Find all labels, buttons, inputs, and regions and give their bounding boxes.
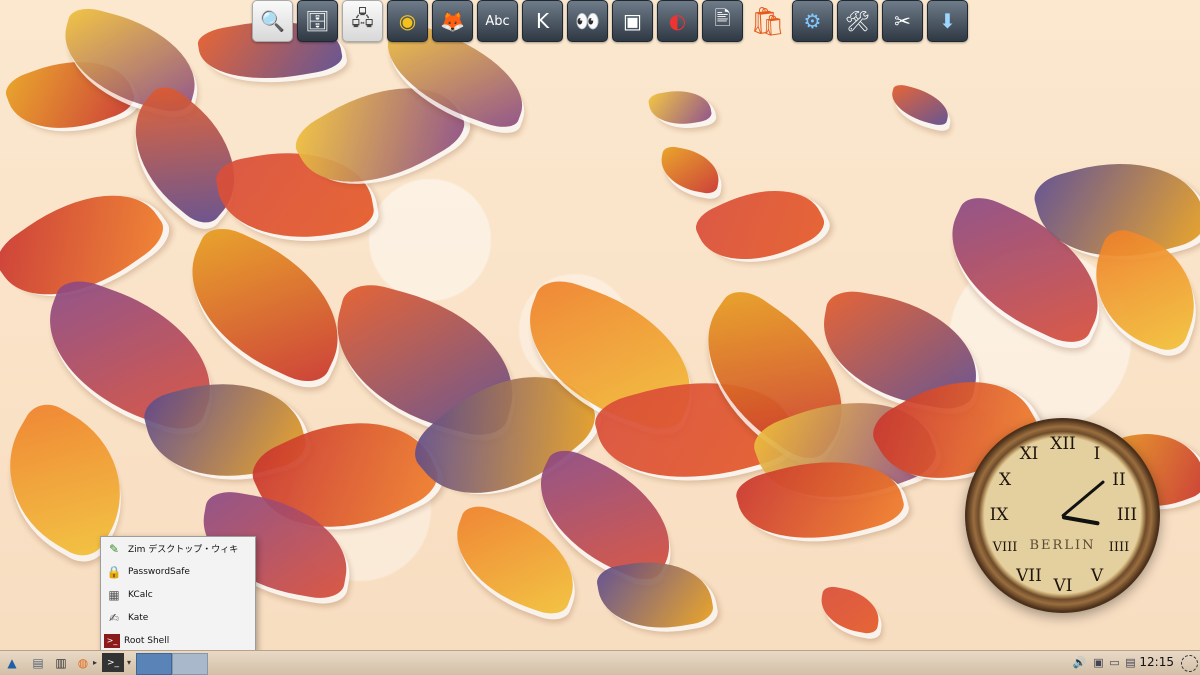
launcher-arrow-icon[interactable]: ▸ <box>90 653 100 672</box>
passwordsafe-icon: 🔒 <box>106 564 122 579</box>
clock-minute-hand <box>1061 479 1106 518</box>
terminal-icon: >_ <box>104 633 120 648</box>
wallpaper-leaf <box>647 85 713 130</box>
kde-icon[interactable]: K <box>522 0 563 42</box>
clock-numeral: XI <box>1019 444 1039 464</box>
menu-item-label: KCalc <box>128 589 153 600</box>
wallpaper-leaf <box>656 145 724 195</box>
menu-item-zim[interactable]: ✎ Zim デスクトップ・ウィキ <box>101 537 255 560</box>
kate-icon: ✍ <box>108 610 120 625</box>
menu-item-kate[interactable]: ✍ Kate <box>101 606 255 629</box>
launcher-popup-menu: ✎ Zim デスクトップ・ウィキ 🔒 PasswordSafe ▦ KCalc … <box>100 536 256 653</box>
menu-item-label: Zim デスクトップ・ウィキ <box>128 545 239 555</box>
search-icon[interactable]: 🔍 <box>252 0 293 42</box>
clock-numeral: IX <box>989 505 1009 525</box>
clock-numeral: II <box>1112 470 1126 490</box>
chrome-icon[interactable]: ◉ <box>387 0 428 42</box>
clock-numeral: VII <box>1016 566 1042 586</box>
terminal-launcher-icon[interactable]: >_ <box>102 653 124 672</box>
taskbar-clock[interactable]: 12:15 <box>1139 655 1174 669</box>
network-settings-icon[interactable]: 🖧 <box>342 0 383 42</box>
calculator-icon: ▦ <box>108 587 120 602</box>
store-bag-icon[interactable]: 🛍 <box>747 0 788 42</box>
display-icon[interactable]: ▭ <box>1108 656 1121 669</box>
taskbar: ▲ ▤ ▥ ◍ ▸ >_ ▾ 🔊 ▣ ▭ ▤ 12:15 <box>0 650 1200 675</box>
menu-item-kcalc[interactable]: ▦ KCalc <box>101 583 255 606</box>
clock-numeral: V <box>1090 566 1104 586</box>
clock-numeral: VI <box>1053 576 1073 596</box>
download-icon[interactable]: ⬇ <box>927 0 968 42</box>
taskbar-window-2[interactable] <box>172 653 208 675</box>
menu-item-root-shell[interactable]: >_ Root Shell <box>101 629 255 652</box>
file-cabinet-launcher-icon[interactable]: ▥ <box>51 653 71 672</box>
application-launcher-icon[interactable]: ▲ <box>2 653 22 672</box>
menu-item-label: Root Shell <box>124 635 170 646</box>
menu-item-label: PasswordSafe <box>128 566 190 577</box>
wallpaper-leaf <box>887 82 953 128</box>
document-viewer-icon[interactable]: 🖹 <box>702 0 743 42</box>
file-manager-launcher-icon[interactable]: ▤ <box>28 653 48 672</box>
settings-tools-icon[interactable]: ✂ <box>882 0 923 42</box>
diagram-icon[interactable]: ⚙ <box>792 0 833 42</box>
eyes-icon[interactable]: 👀 <box>567 0 608 42</box>
media-icon[interactable]: ◐ <box>657 0 698 42</box>
wallpaper-leaf <box>816 585 884 635</box>
firefox-icon[interactable]: 🦊 <box>432 0 473 42</box>
menu-item-passwordsafe[interactable]: 🔒 PasswordSafe <box>101 560 255 583</box>
clipboard-icon[interactable]: ▤ <box>1124 656 1137 669</box>
analog-clock-widget[interactable]: XII I II III IIII V VI VII VIII IX X XI … <box>965 418 1160 613</box>
taskbar-window-1[interactable] <box>136 653 172 675</box>
text-editor-icon[interactable]: Abc <box>477 0 518 42</box>
menu-item-label: Kate <box>128 612 149 623</box>
clock-numeral: I <box>1093 444 1101 464</box>
volume-icon[interactable]: 🔊 <box>1073 656 1087 669</box>
clock-settings-icon[interactable] <box>1181 655 1198 672</box>
clock-numeral: X <box>998 470 1012 490</box>
app-dock: 🔍 🗄 🖧 ◉ 🦊 Abc K 👀 ▣ ◐ 🖹 🛍 ⚙ 🛠 ✂ ⬇ <box>252 0 968 46</box>
clock-city-label: BERLIN <box>1029 538 1096 553</box>
tools-icon[interactable]: 🛠 <box>837 0 878 42</box>
file-cabinet-icon[interactable]: 🗄 <box>297 0 338 42</box>
clock-numeral: III <box>1116 505 1138 525</box>
clock-hour-hand <box>1061 515 1100 526</box>
menu-expander-icon[interactable]: ▾ <box>124 653 134 672</box>
network-icon[interactable]: ▣ <box>1092 656 1105 669</box>
screenshot-icon[interactable]: ▣ <box>612 0 653 42</box>
zim-icon: ✎ <box>108 541 120 556</box>
